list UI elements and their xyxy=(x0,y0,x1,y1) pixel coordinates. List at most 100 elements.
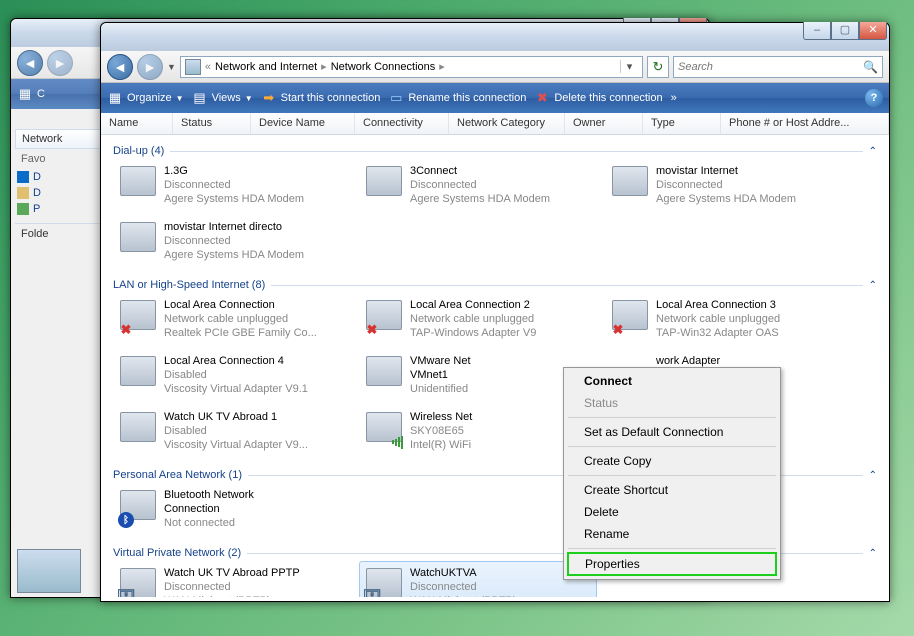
ethernet-icon xyxy=(364,354,404,394)
connection-item[interactable]: Local Area Connection 4DisabledViscosity… xyxy=(113,349,351,401)
close-button[interactable]: ✕ xyxy=(859,22,887,40)
location-icon xyxy=(185,59,201,75)
connection-item[interactable]: 3ConnectDisconnectedAgere Systems HDA Mo… xyxy=(359,159,597,211)
menu-rename[interactable]: Rename xyxy=(566,523,778,545)
col-phone[interactable]: Phone # or Host Addre... xyxy=(721,113,889,134)
views-button[interactable]: ▤Views ▼ xyxy=(192,90,253,106)
signal-bars-icon xyxy=(390,434,406,450)
unplugged-overlay-icon: ✖ xyxy=(610,322,626,338)
server-overlay-icon: 🗄 xyxy=(364,590,380,597)
help-button[interactable]: ? xyxy=(865,89,883,107)
modem-icon xyxy=(118,220,158,260)
vpn-icon: 🗄 xyxy=(118,566,158,597)
connection-item[interactable]: ✖Local Area ConnectionNetwork cable unpl… xyxy=(113,293,351,345)
connection-item[interactable]: Watch UK TV Abroad 1DisabledViscosity Vi… xyxy=(113,405,351,457)
sidebar-link[interactable]: P xyxy=(15,201,105,217)
col-device[interactable]: Device Name xyxy=(251,113,355,134)
menu-properties[interactable]: Properties xyxy=(567,552,777,576)
address-bar[interactable]: « Network and Internet ▸ Network Connect… xyxy=(180,56,643,78)
connection-item[interactable]: ✖Local Area Connection 2Network cable un… xyxy=(359,293,597,345)
network-connections-window: – ▢ ✕ ◄ ► ▼ « Network and Internet ▸ Net… xyxy=(100,22,890,602)
connection-item[interactable]: VMware NetVMnet1Unidentified xyxy=(359,349,597,401)
wifi-icon xyxy=(364,410,404,450)
modem-icon xyxy=(364,164,404,204)
back-button[interactable]: ◄ xyxy=(107,54,133,80)
sidebar: Network Favo D D P Folde xyxy=(15,129,105,244)
search-input[interactable] xyxy=(678,61,859,73)
ethernet-icon xyxy=(118,354,158,394)
preview-pane-icon xyxy=(17,549,81,593)
connection-item[interactable]: ✖Local Area Connection 3Network cable un… xyxy=(605,293,843,345)
back-button[interactable]: ◄ xyxy=(17,50,43,76)
modem-icon xyxy=(118,164,158,204)
modem-icon xyxy=(610,164,650,204)
connection-item[interactable]: 1.3GDisconnectedAgere Systems HDA Modem xyxy=(113,159,351,211)
menu-status: Status xyxy=(566,392,778,414)
overflow-button[interactable]: » xyxy=(671,92,677,104)
collapse-icon[interactable]: ⌃ xyxy=(869,548,877,559)
collapse-icon[interactable]: ⌃ xyxy=(869,280,877,291)
breadcrumb-segment[interactable]: Network and Internet xyxy=(215,61,317,73)
menu-create-shortcut[interactable]: Create Shortcut xyxy=(566,479,778,501)
menu-create-copy[interactable]: Create Copy xyxy=(566,450,778,472)
toolbar-label: C xyxy=(37,88,45,100)
organize-button[interactable]: ▦Organize ▼ xyxy=(107,90,184,106)
ethernet-icon: ✖ xyxy=(118,298,158,338)
group-dialup[interactable]: Dial-up (4)⌃ xyxy=(113,139,877,159)
col-category[interactable]: Network Category xyxy=(449,113,565,134)
forward-button[interactable]: ► xyxy=(137,54,163,80)
connection-item[interactable]: movistar InternetDisconnectedAgere Syste… xyxy=(605,159,843,211)
col-type[interactable]: Type xyxy=(643,113,721,134)
sidebar-link[interactable]: D xyxy=(15,169,105,185)
connection-item-selected[interactable]: 🗄WatchUKTVADisconnectedWAN Miniport (PPT… xyxy=(359,561,597,597)
folders-label: Folde xyxy=(15,223,105,244)
titlebar[interactable]: – ▢ ✕ xyxy=(101,23,889,51)
connection-item[interactable]: movistar Internet directoDisconnectedAge… xyxy=(113,215,351,267)
menu-separator xyxy=(568,548,776,549)
search-icon[interactable]: 🔍 xyxy=(863,60,878,74)
favorites-label: Favo xyxy=(15,149,105,169)
sidebar-header[interactable]: Network xyxy=(15,129,105,149)
unplugged-overlay-icon: ✖ xyxy=(118,322,134,338)
server-overlay-icon: 🗄 xyxy=(118,590,134,597)
group-lan[interactable]: LAN or High-Speed Internet (8)⌃ xyxy=(113,273,877,293)
context-menu: Connect Status Set as Default Connection… xyxy=(563,367,781,580)
command-bar: ▦Organize ▼ ▤Views ▼ ➡Start this connect… xyxy=(101,83,889,113)
menu-separator xyxy=(568,417,776,418)
address-dropdown[interactable]: ▾ xyxy=(620,60,638,73)
search-box[interactable]: 🔍 xyxy=(673,56,883,78)
connection-item[interactable]: 🗄Watch UK TV Abroad PPTPDisconnectedWAN … xyxy=(113,561,351,597)
start-connection-button[interactable]: ➡Start this connection xyxy=(261,90,381,106)
connection-item[interactable]: Wireless NetSKY08E65Intel(R) WiFi xyxy=(359,405,597,457)
maximize-button[interactable]: ▢ xyxy=(831,22,859,40)
col-status[interactable]: Status xyxy=(173,113,251,134)
connection-item[interactable]: ᛒBluetooth NetworkConnectionNot connecte… xyxy=(113,483,351,535)
sidebar-link[interactable]: D xyxy=(15,185,105,201)
bluetooth-overlay-icon: ᛒ xyxy=(118,512,134,528)
delete-connection-button[interactable]: ✖Delete this connection xyxy=(534,90,662,106)
navigation-bar: ◄ ► ▼ « Network and Internet ▸ Network C… xyxy=(101,51,889,83)
menu-delete[interactable]: Delete xyxy=(566,501,778,523)
col-owner[interactable]: Owner xyxy=(565,113,643,134)
organize-button[interactable]: ▦C xyxy=(17,86,45,102)
forward-button[interactable]: ► xyxy=(47,50,73,76)
breadcrumb-segment[interactable]: Network Connections xyxy=(331,61,436,73)
bluetooth-icon: ᛒ xyxy=(118,488,158,528)
minimize-button[interactable]: – xyxy=(803,22,831,40)
ethernet-icon xyxy=(118,410,158,450)
collapse-icon[interactable]: ⌃ xyxy=(869,146,877,157)
col-name[interactable]: Name xyxy=(101,113,173,134)
column-header[interactable]: Name Status Device Name Connectivity Net… xyxy=(101,113,889,135)
menu-connect[interactable]: Connect xyxy=(566,370,778,392)
rename-connection-button[interactable]: ▭Rename this connection xyxy=(388,90,526,106)
col-connectivity[interactable]: Connectivity xyxy=(355,113,449,134)
ethernet-icon: ✖ xyxy=(610,298,650,338)
vpn-icon: 🗄 xyxy=(364,566,404,597)
menu-separator xyxy=(568,475,776,476)
ethernet-icon: ✖ xyxy=(364,298,404,338)
menu-set-default[interactable]: Set as Default Connection xyxy=(566,421,778,443)
unplugged-overlay-icon: ✖ xyxy=(364,322,380,338)
refresh-button[interactable]: ↻ xyxy=(647,56,669,78)
collapse-icon[interactable]: ⌃ xyxy=(869,470,877,481)
menu-separator xyxy=(568,446,776,447)
